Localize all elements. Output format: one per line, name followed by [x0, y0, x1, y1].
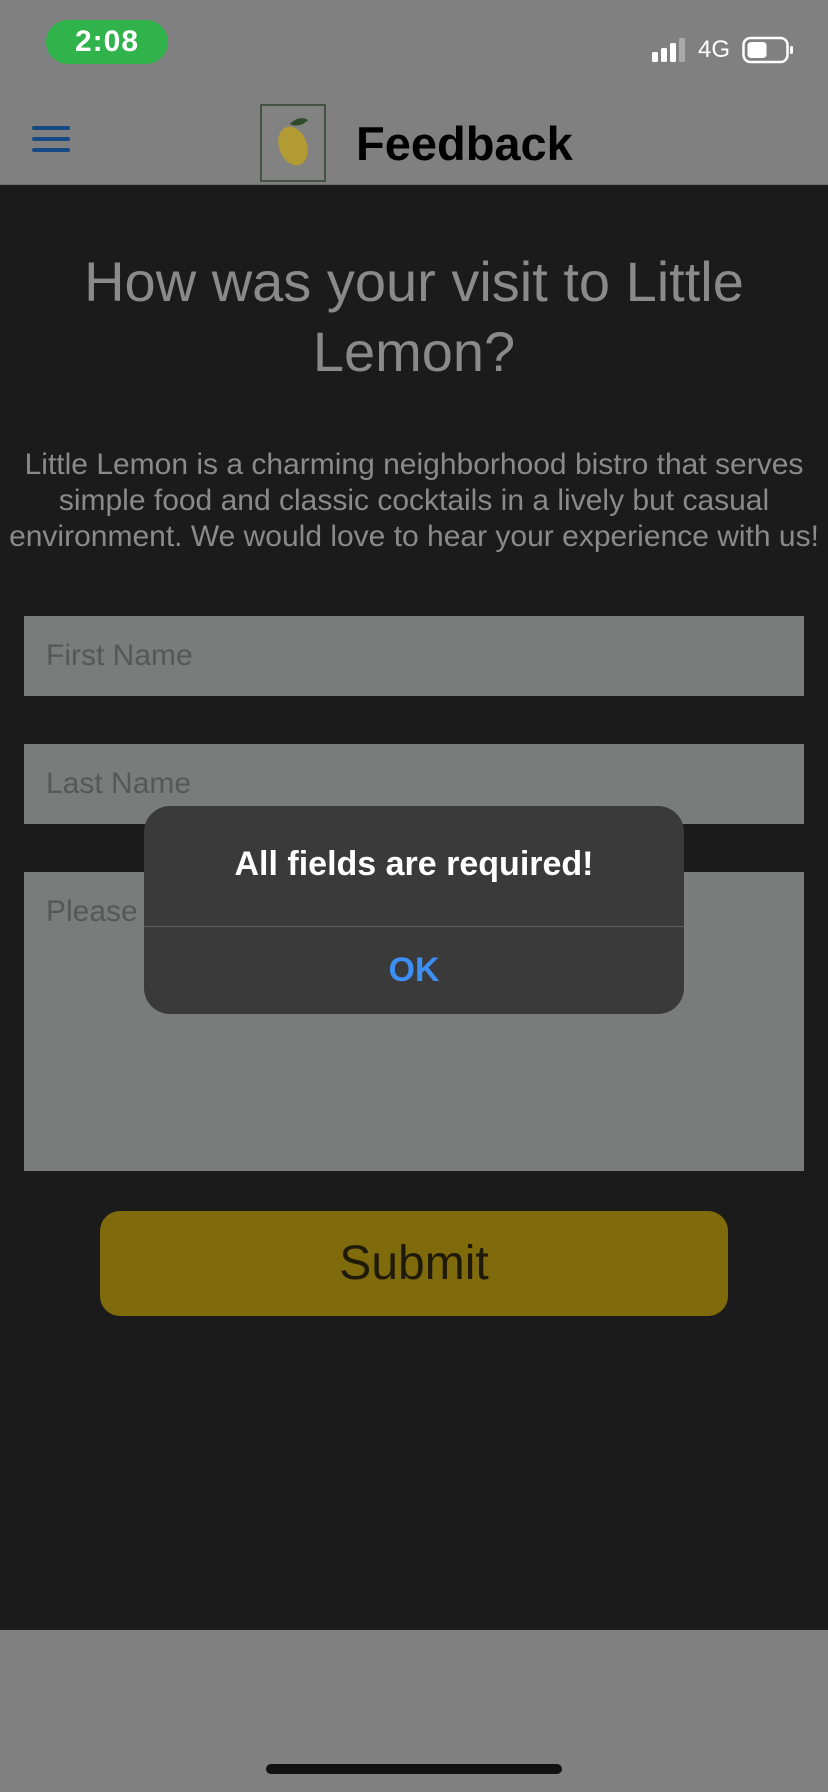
alert-ok-button[interactable]: OK — [144, 927, 684, 1014]
app-header: Feedback — [0, 100, 828, 185]
alert-message: All fields are required! — [234, 845, 594, 883]
battery-icon — [742, 36, 793, 64]
form-heading: How was your visit to Little Lemon? — [84, 250, 744, 383]
status-time: 2:08 — [46, 20, 168, 64]
network-label: 4G — [698, 36, 731, 63]
hamburger-menu-icon[interactable] — [32, 122, 72, 156]
signal-icon — [652, 38, 685, 62]
alert-dialog: All fields are required! OK — [144, 806, 684, 1014]
lemon-logo-icon — [278, 118, 308, 166]
logo — [260, 104, 326, 182]
form-description: Little Lemon is a charming neighborhood … — [9, 448, 819, 553]
first-name-input[interactable]: First Name — [24, 616, 804, 696]
home-indicator[interactable] — [266, 1764, 562, 1774]
status-bar: 2:08 4G — [0, 0, 828, 100]
page-title: Feedback — [356, 117, 573, 170]
submit-button[interactable]: Submit — [100, 1211, 728, 1316]
